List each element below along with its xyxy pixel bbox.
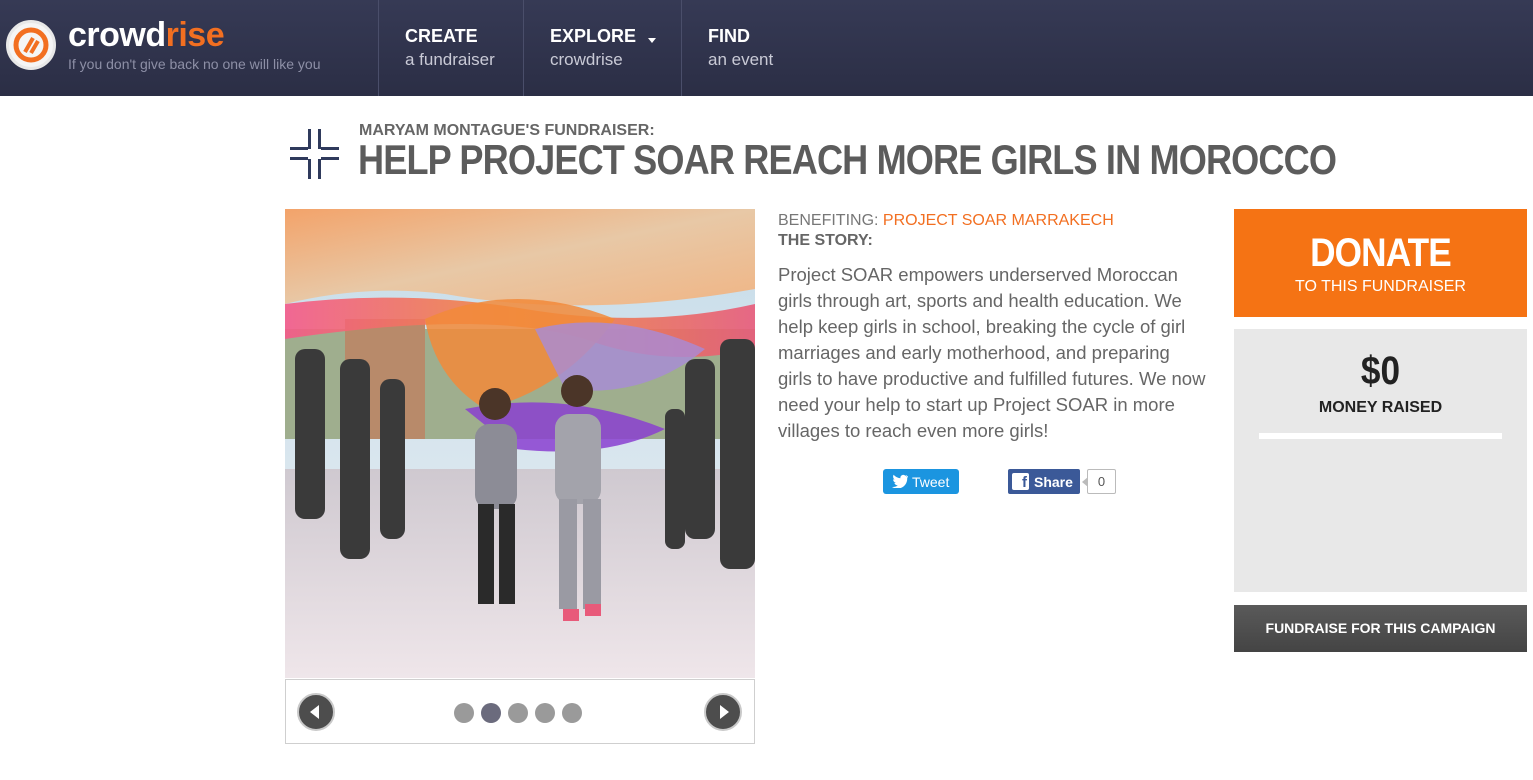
nav-explore-title: EXPLORE (550, 26, 637, 46)
nav-create-subtitle: a fundraiser (405, 50, 495, 69)
site-header: crowdrise If you don't give back no one … (0, 0, 1533, 96)
nav-find-title: FIND (708, 26, 750, 46)
fundraising-progress-bar (1259, 433, 1502, 439)
money-raised-amount: $0 (1360, 349, 1401, 393)
nav-explore[interactable]: EXPLORE crowdrise (523, 0, 682, 96)
gallery-dot[interactable] (562, 703, 582, 723)
donate-button[interactable]: DONATE TO THIS FUNDRAISER (1234, 209, 1527, 317)
nav-create-title: CREATE (405, 26, 478, 46)
gallery-dot[interactable] (535, 703, 555, 723)
donate-label: DONATE (1310, 231, 1452, 275)
nav-create[interactable]: CREATE a fundraiser (378, 0, 524, 96)
beneficiary-link[interactable]: PROJECT SOAR MARRAKECH (883, 212, 1114, 229)
logo-tagline: If you don't give back no one will like … (68, 56, 321, 72)
twitter-bird-icon (892, 474, 908, 491)
fundraise-for-campaign-button[interactable]: FUNDRAISE FOR THIS CAMPAIGN (1234, 605, 1527, 652)
donate-sublabel: TO THIS FUNDRAISER (1295, 278, 1466, 295)
cause-category-icon (288, 127, 342, 181)
story-text: Project SOAR empowers underserved Morocc… (778, 264, 1206, 441)
chevron-down-icon (648, 38, 656, 43)
page-title: HELP PROJECT SOAR REACH MORE GIRLS IN MO… (358, 136, 1337, 183)
benefiting-line: BENEFITING: PROJECT SOAR MARRAKECH (778, 212, 1114, 230)
gallery-dot[interactable] (481, 703, 501, 723)
logo-wordmark: crowdrise (68, 16, 225, 54)
crowdrise-logo-icon (6, 20, 56, 70)
gallery-dot[interactable] (454, 703, 474, 723)
gallery-next-button[interactable] (704, 693, 742, 731)
crowdrise-logo[interactable]: crowdrise If you don't give back no one … (6, 16, 366, 78)
nav-find-subtitle: an event (708, 50, 774, 69)
benefiting-label: BENEFITING: (778, 212, 879, 229)
money-raised-label: MONEY RAISED (1318, 399, 1443, 416)
nav-explore-subtitle: crowdrise (550, 50, 623, 69)
fundraiser-photo (285, 209, 755, 678)
share-label: Share (1034, 474, 1073, 490)
money-raised-panel: $0 MONEY RAISED (1234, 329, 1527, 592)
gallery-dot[interactable] (508, 703, 528, 723)
share-count: 0 (1082, 469, 1116, 494)
facebook-icon: f (1012, 473, 1029, 491)
story-heading: THE STORY: (778, 232, 873, 249)
facebook-share-button[interactable]: f Share (1008, 469, 1080, 494)
tweet-label: Tweet (912, 474, 950, 490)
tweet-button[interactable]: Tweet (883, 469, 959, 494)
nav-find[interactable]: FIND an event (681, 0, 811, 96)
gallery-prev-button[interactable] (297, 693, 335, 731)
gallery-controls (285, 679, 755, 744)
